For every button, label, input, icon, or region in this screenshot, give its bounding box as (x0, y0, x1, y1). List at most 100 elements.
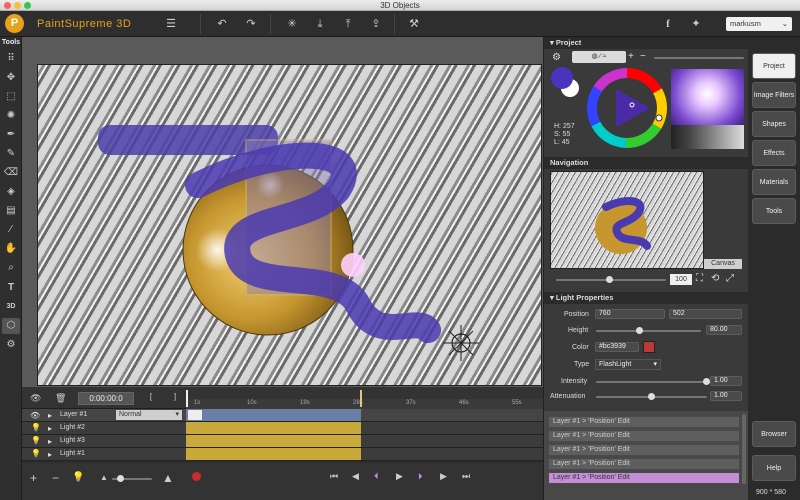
history-scrollbar[interactable] (742, 414, 746, 484)
record-button[interactable] (192, 472, 201, 481)
history-item-selected[interactable]: Layer #1 > 'Position' Edit (548, 472, 740, 484)
pen-tool-icon[interactable]: ✒ (2, 127, 20, 143)
history-item[interactable]: Layer #1 > 'Position' Edit (548, 444, 740, 456)
range-end-marker[interactable] (360, 390, 362, 407)
browser-button[interactable]: Browser (752, 421, 796, 447)
step-forward-icon[interactable]: ▶ (440, 471, 447, 482)
3d-tool-icon[interactable]: 3D (2, 299, 20, 315)
user-select[interactable]: markusm ⌄ (726, 17, 792, 31)
expand-arrow-icon[interactable]: ▸ (48, 424, 52, 433)
magic-wand-icon[interactable]: ⚒ (406, 16, 422, 32)
help-button[interactable]: Help (752, 455, 796, 481)
zoom-window-button[interactable] (24, 2, 31, 9)
shapes-tab[interactable]: Shapes (752, 111, 796, 137)
add-light-icon[interactable]: 💡 (72, 472, 84, 483)
grid-tool-icon[interactable]: ⠿ (2, 51, 20, 67)
select-rect-tool-icon[interactable]: ⬚ (2, 89, 20, 105)
fullscreen-icon[interactable]: ⤢ (726, 273, 734, 284)
image-filters-tab[interactable]: Image Filters (752, 82, 796, 108)
prev-key-icon[interactable]: ⏴ (374, 471, 379, 482)
hand-tool-icon[interactable]: ✋ (2, 241, 20, 257)
skip-end-icon[interactable]: ⏭ (462, 471, 470, 482)
redo-icon[interactable]: ↷ (243, 16, 259, 32)
position-y-field[interactable]: 502 (669, 309, 742, 319)
add-layer-icon[interactable]: + (30, 471, 37, 485)
close-window-button[interactable] (4, 2, 11, 9)
expand-arrow-icon[interactable]: ▸ (48, 411, 52, 420)
undo-icon[interactable]: ↶ (214, 16, 230, 32)
next-key-icon[interactable]: ⏵ (418, 471, 423, 482)
primary-color-swatch[interactable] (551, 67, 573, 89)
text-tool-icon[interactable]: T (2, 280, 20, 296)
playhead[interactable] (186, 390, 188, 407)
hamburger-menu-icon[interactable]: ☰ (163, 16, 179, 32)
light-type-select[interactable]: FlashLight ▾ (595, 359, 661, 370)
zoom-tool-icon[interactable]: ⌕ (2, 260, 20, 276)
layer-track[interactable]: 👁 ▸ Layer #1 Normal ▾ (22, 409, 543, 422)
step-back-icon[interactable]: ◀ (352, 471, 359, 482)
intensity-slider-knob[interactable] (703, 378, 710, 385)
light-clip[interactable] (186, 448, 361, 460)
tools-tab[interactable]: Tools (752, 198, 796, 224)
eraser-tool-icon[interactable]: ⌫ (2, 165, 20, 181)
light-track[interactable]: 💡 ▸ Light #1 (22, 448, 543, 461)
timecode-field[interactable]: 0:00:00:0 (78, 392, 134, 405)
project-tab[interactable]: Project (752, 53, 796, 79)
navigation-thumbnail[interactable] (550, 171, 704, 269)
brush-modes-group[interactable]: ◍ ∕ ≈ (572, 51, 626, 63)
new-icon[interactable]: ✳ (284, 16, 300, 32)
light-track[interactable]: 💡 ▸ Light #2 (22, 422, 543, 435)
fill-tool-icon[interactable]: ◈ (2, 184, 20, 200)
minimize-window-button[interactable] (14, 2, 21, 9)
stamp-tool-icon[interactable]: ⚙ (2, 337, 20, 353)
height-slider-knob[interactable] (636, 327, 643, 334)
light-track[interactable]: 💡 ▸ Light #3 (22, 435, 543, 448)
remove-layer-icon[interactable]: − (52, 471, 59, 485)
zoom-slider-knob[interactable] (606, 276, 613, 283)
gradient-tool-icon[interactable]: ▤ (2, 203, 20, 219)
brush-tool-icon[interactable]: ✎ (2, 146, 20, 162)
eyedropper-tool-icon[interactable]: ⁄ (2, 222, 20, 238)
attenuation-slider-knob[interactable] (648, 393, 655, 400)
time-ruler[interactable]: 1s 10s 19s 28s 37s 46s 55s (186, 399, 543, 409)
history-item[interactable]: Layer #1 > 'Position' Edit (548, 416, 740, 428)
share-icon[interactable]: ⇪ (368, 16, 384, 32)
attenuation-field[interactable]: 1.00 (710, 391, 742, 401)
timeline-zoom-knob[interactable] (117, 475, 124, 482)
transform-tool-icon[interactable]: ✥ (2, 70, 20, 86)
position-x-field[interactable]: 760 (595, 309, 665, 319)
add-icon[interactable]: + (628, 51, 638, 63)
intensity-field[interactable]: 1.00 (710, 376, 742, 386)
layer-clip[interactable] (186, 409, 361, 421)
rotate-icon[interactable]: ⟲ (711, 273, 719, 284)
cube-tool-icon[interactable]: ⬡ (2, 318, 20, 334)
export-icon[interactable]: ⤒ (340, 16, 356, 32)
remove-icon[interactable]: − (640, 51, 650, 63)
history-item[interactable]: Layer #1 > 'Position' Edit (548, 458, 740, 470)
color-hex-field[interactable]: #bc3939 (595, 342, 639, 352)
zoom-in-icon[interactable]: ▲ (162, 471, 174, 485)
grayscale-swatches[interactable] (671, 125, 744, 149)
zoom-out-icon[interactable]: ▲ (100, 473, 108, 482)
settings-icon[interactable]: ⚙ (552, 52, 561, 63)
facebook-icon[interactable]: f (660, 16, 676, 32)
document-canvas[interactable] (37, 64, 542, 386)
light-color-swatch[interactable] (643, 341, 655, 353)
color-wheel[interactable] (586, 67, 668, 149)
height-field[interactable]: 80.00 (706, 325, 742, 335)
mark-out-button[interactable]: ] (168, 392, 182, 405)
zoom-value[interactable]: 100 (670, 274, 692, 285)
play-icon[interactable]: ▶ (396, 471, 403, 482)
intensity-slider[interactable] (596, 381, 707, 383)
twitter-icon[interactable]: ✦ (688, 16, 704, 32)
import-icon[interactable]: ⤓ (312, 16, 328, 32)
fit-screen-icon[interactable]: ⛶ (696, 273, 703, 284)
blend-mode-select[interactable]: Normal ▾ (116, 410, 182, 420)
effects-tab[interactable]: Effects (752, 140, 796, 166)
expand-arrow-icon[interactable]: ▸ (48, 437, 52, 446)
history-item[interactable]: Layer #1 > 'Position' Edit (548, 430, 740, 442)
expand-arrow-icon[interactable]: ▸ (48, 450, 52, 459)
height-slider[interactable] (596, 330, 701, 332)
light-clip[interactable] (186, 435, 361, 447)
light-clip[interactable] (186, 422, 361, 434)
